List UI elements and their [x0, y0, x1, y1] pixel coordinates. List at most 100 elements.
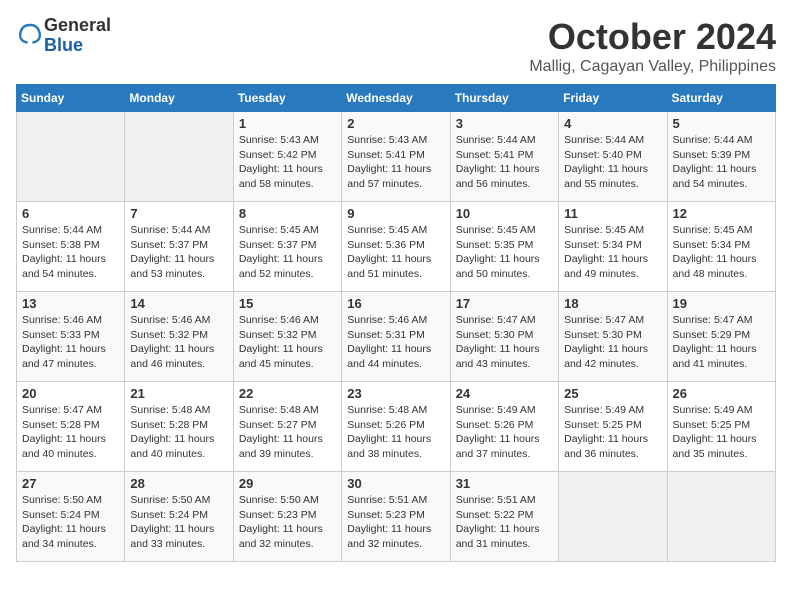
day-info: Sunrise: 5:43 AM Sunset: 5:41 PM Dayligh… — [347, 133, 444, 192]
calendar-table: SundayMondayTuesdayWednesdayThursdayFrid… — [16, 84, 776, 562]
day-info: Sunrise: 5:47 AM Sunset: 5:30 PM Dayligh… — [564, 313, 661, 372]
week-row-1: 1 Sunrise: 5:43 AM Sunset: 5:42 PM Daylig… — [17, 112, 776, 202]
logo-blue-text: Blue — [44, 35, 83, 55]
calendar-cell: 7 Sunrise: 5:44 AM Sunset: 5:37 PM Daylig… — [125, 202, 233, 292]
column-header-sunday: Sunday — [17, 85, 125, 112]
day-info: Sunrise: 5:44 AM Sunset: 5:40 PM Dayligh… — [564, 133, 661, 192]
page-header: General Blue October 2024 Mallig, Cagaya… — [16, 16, 776, 76]
day-info: Sunrise: 5:46 AM Sunset: 5:32 PM Dayligh… — [130, 313, 227, 372]
day-number: 20 — [22, 386, 119, 401]
calendar-cell: 23Sunrise: 5:48 AM Sunset: 5:26 PM Dayli… — [342, 382, 450, 472]
day-info: Sunrise: 5:46 AM Sunset: 5:32 PM Dayligh… — [239, 313, 336, 372]
calendar-cell: 15 Sunrise: 5:46 AM Sunset: 5:32 PM Dayli… — [233, 292, 341, 382]
calendar-cell: 10 Sunrise: 5:45 AM Sunset: 5:35 PM Dayli… — [450, 202, 558, 292]
day-number: 17 — [456, 296, 553, 311]
day-number: 29 — [239, 476, 336, 491]
day-number: 10 — [456, 206, 553, 221]
logo-general-text: General — [44, 15, 111, 35]
column-header-wednesday: Wednesday — [342, 85, 450, 112]
day-number: 11 — [564, 206, 661, 221]
location-subtitle: Mallig, Cagayan Valley, Philippines — [529, 58, 776, 76]
day-info: Sunrise: 5:44 AM Sunset: 5:41 PM Dayligh… — [456, 133, 553, 192]
day-number: 25 — [564, 386, 661, 401]
calendar-cell: 1 Sunrise: 5:43 AM Sunset: 5:42 PM Daylig… — [233, 112, 341, 202]
column-header-tuesday: Tuesday — [233, 85, 341, 112]
month-title: October 2024 — [529, 16, 776, 58]
day-number: 31 — [456, 476, 553, 491]
calendar-cell: 27 Sunrise: 5:50 AM Sunset: 5:24 PM Dayli… — [17, 472, 125, 562]
day-info: Sunrise: 5:47 AM Sunset: 5:30 PM Dayligh… — [456, 313, 553, 372]
calendar-cell: 9Sunrise: 5:45 AM Sunset: 5:36 PM Daylig… — [342, 202, 450, 292]
calendar-cell: 20 Sunrise: 5:47 AM Sunset: 5:28 PM Dayli… — [17, 382, 125, 472]
calendar-cell: 3 Sunrise: 5:44 AM Sunset: 5:41 PM Daylig… — [450, 112, 558, 202]
day-info: Sunrise: 5:45 AM Sunset: 5:35 PM Dayligh… — [456, 223, 553, 282]
day-number: 21 — [130, 386, 227, 401]
day-number: 24 — [456, 386, 553, 401]
day-number: 5 — [673, 116, 770, 131]
week-row-3: 13 Sunrise: 5:46 AM Sunset: 5:33 PM Dayli… — [17, 292, 776, 382]
calendar-cell: 30Sunrise: 5:51 AM Sunset: 5:23 PM Dayli… — [342, 472, 450, 562]
day-info: Sunrise: 5:49 AM Sunset: 5:26 PM Dayligh… — [456, 403, 553, 462]
week-row-2: 6Sunrise: 5:44 AM Sunset: 5:38 PM Daylig… — [17, 202, 776, 292]
day-number: 28 — [130, 476, 227, 491]
week-row-4: 20 Sunrise: 5:47 AM Sunset: 5:28 PM Dayli… — [17, 382, 776, 472]
calendar-cell: 21 Sunrise: 5:48 AM Sunset: 5:28 PM Dayli… — [125, 382, 233, 472]
day-info: Sunrise: 5:48 AM Sunset: 5:28 PM Dayligh… — [130, 403, 227, 462]
day-number: 13 — [22, 296, 119, 311]
day-number: 1 — [239, 116, 336, 131]
day-info: Sunrise: 5:48 AM Sunset: 5:27 PM Dayligh… — [239, 403, 336, 462]
calendar-cell: 26 Sunrise: 5:49 AM Sunset: 5:25 PM Dayli… — [667, 382, 775, 472]
column-header-monday: Monday — [125, 85, 233, 112]
calendar-cell: 29 Sunrise: 5:50 AM Sunset: 5:23 PM Dayli… — [233, 472, 341, 562]
calendar-cell: 17 Sunrise: 5:47 AM Sunset: 5:30 PM Dayli… — [450, 292, 558, 382]
calendar-cell: 8Sunrise: 5:45 AM Sunset: 5:37 PM Daylig… — [233, 202, 341, 292]
day-number: 27 — [22, 476, 119, 491]
day-number: 8 — [239, 206, 336, 221]
calendar-cell — [559, 472, 667, 562]
calendar-cell: 2 Sunrise: 5:43 AM Sunset: 5:41 PM Daylig… — [342, 112, 450, 202]
day-info: Sunrise: 5:44 AM Sunset: 5:37 PM Dayligh… — [130, 223, 227, 282]
day-info: Sunrise: 5:46 AM Sunset: 5:33 PM Dayligh… — [22, 313, 119, 372]
day-info: Sunrise: 5:49 AM Sunset: 5:25 PM Dayligh… — [673, 403, 770, 462]
day-number: 9 — [347, 206, 444, 221]
title-block: October 2024 Mallig, Cagayan Valley, Phi… — [529, 16, 776, 76]
day-number: 6 — [22, 206, 119, 221]
week-row-5: 27 Sunrise: 5:50 AM Sunset: 5:24 PM Dayli… — [17, 472, 776, 562]
day-number: 2 — [347, 116, 444, 131]
calendar-cell: 4 Sunrise: 5:44 AM Sunset: 5:40 PM Daylig… — [559, 112, 667, 202]
calendar-cell: 14 Sunrise: 5:46 AM Sunset: 5:32 PM Dayli… — [125, 292, 233, 382]
day-number: 19 — [673, 296, 770, 311]
day-info: Sunrise: 5:47 AM Sunset: 5:29 PM Dayligh… — [673, 313, 770, 372]
day-number: 14 — [130, 296, 227, 311]
day-info: Sunrise: 5:47 AM Sunset: 5:28 PM Dayligh… — [22, 403, 119, 462]
day-info: Sunrise: 5:43 AM Sunset: 5:42 PM Dayligh… — [239, 133, 336, 192]
day-info: Sunrise: 5:51 AM Sunset: 5:22 PM Dayligh… — [456, 493, 553, 552]
calendar-cell: 12Sunrise: 5:45 AM Sunset: 5:34 PM Dayli… — [667, 202, 775, 292]
logo-icon — [18, 21, 42, 45]
day-number: 26 — [673, 386, 770, 401]
day-info: Sunrise: 5:45 AM Sunset: 5:34 PM Dayligh… — [564, 223, 661, 282]
day-number: 18 — [564, 296, 661, 311]
day-number: 15 — [239, 296, 336, 311]
calendar-header-row: SundayMondayTuesdayWednesdayThursdayFrid… — [17, 85, 776, 112]
day-info: Sunrise: 5:50 AM Sunset: 5:23 PM Dayligh… — [239, 493, 336, 552]
day-number: 22 — [239, 386, 336, 401]
calendar-cell: 28Sunrise: 5:50 AM Sunset: 5:24 PM Dayli… — [125, 472, 233, 562]
day-number: 3 — [456, 116, 553, 131]
column-header-thursday: Thursday — [450, 85, 558, 112]
calendar-body: 1 Sunrise: 5:43 AM Sunset: 5:42 PM Daylig… — [17, 112, 776, 562]
column-header-saturday: Saturday — [667, 85, 775, 112]
day-number: 4 — [564, 116, 661, 131]
calendar-cell: 11 Sunrise: 5:45 AM Sunset: 5:34 PM Dayli… — [559, 202, 667, 292]
day-number: 30 — [347, 476, 444, 491]
day-info: Sunrise: 5:50 AM Sunset: 5:24 PM Dayligh… — [22, 493, 119, 552]
calendar-cell: 18 Sunrise: 5:47 AM Sunset: 5:30 PM Dayli… — [559, 292, 667, 382]
calendar-cell — [125, 112, 233, 202]
calendar-cell: 25Sunrise: 5:49 AM Sunset: 5:25 PM Dayli… — [559, 382, 667, 472]
calendar-cell: 24 Sunrise: 5:49 AM Sunset: 5:26 PM Dayli… — [450, 382, 558, 472]
calendar-cell: 6Sunrise: 5:44 AM Sunset: 5:38 PM Daylig… — [17, 202, 125, 292]
day-number: 7 — [130, 206, 227, 221]
day-info: Sunrise: 5:45 AM Sunset: 5:34 PM Dayligh… — [673, 223, 770, 282]
day-number: 16 — [347, 296, 444, 311]
calendar-cell: 22 Sunrise: 5:48 AM Sunset: 5:27 PM Dayli… — [233, 382, 341, 472]
